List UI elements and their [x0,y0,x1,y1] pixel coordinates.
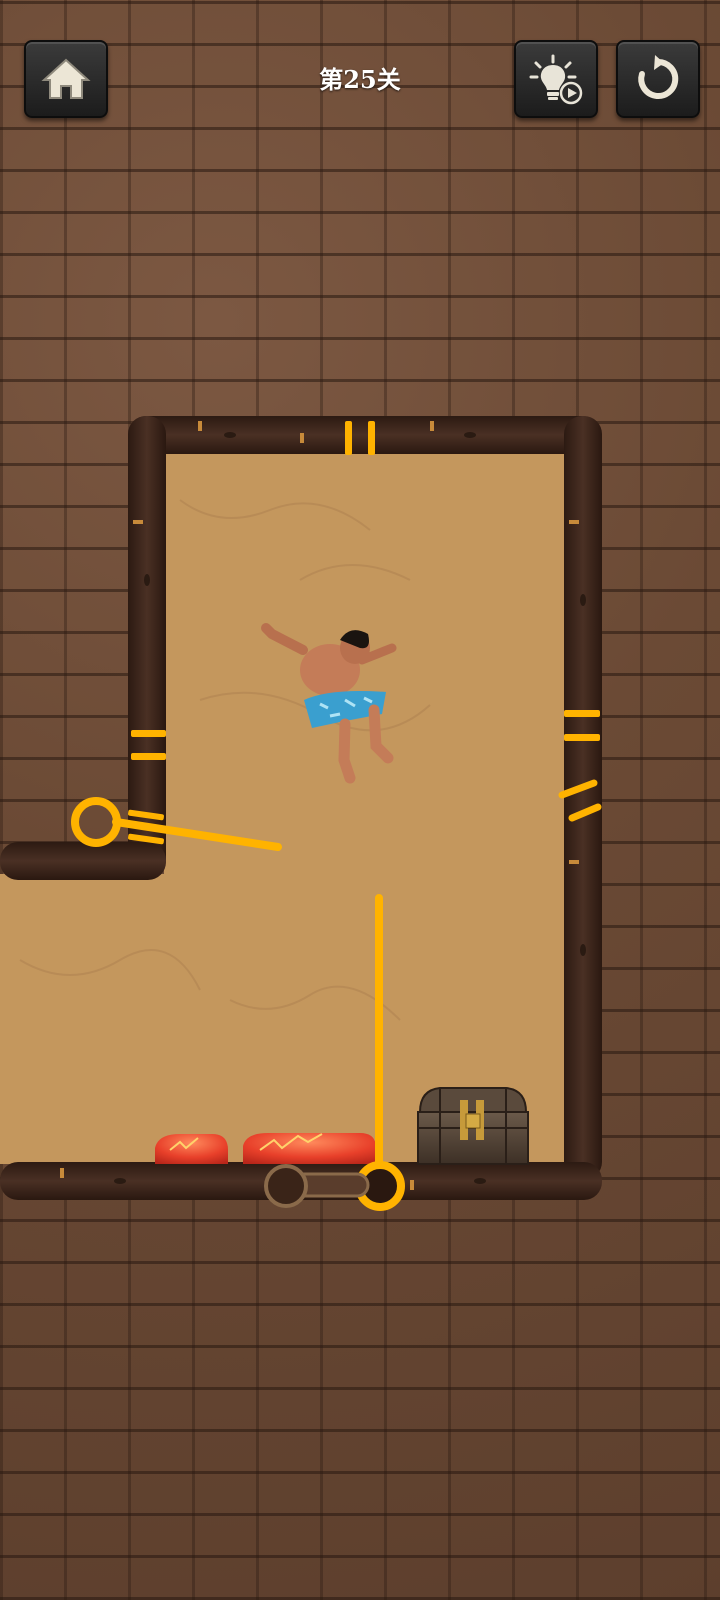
game-board [0,416,602,1211]
treasure-chest [417,1087,529,1165]
lava-pool [155,1133,376,1164]
